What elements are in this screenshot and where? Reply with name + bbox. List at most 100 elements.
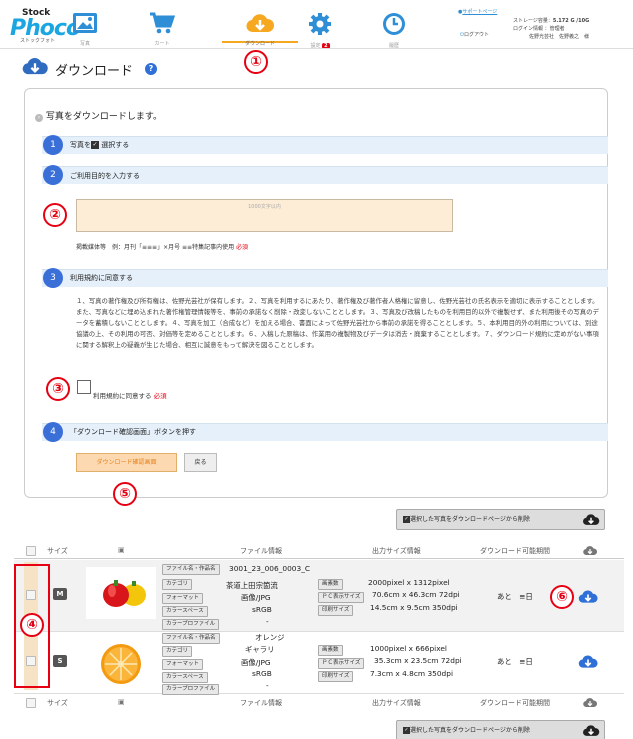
step-4-text: 「ダウンロード確認画面」ボタンを押す xyxy=(70,428,196,436)
nav-download[interactable]: ダウンロード xyxy=(222,12,298,47)
purpose-textarea[interactable]: 1000文字以内 xyxy=(76,199,453,232)
download-confirm-button[interactable]: ダウンロード確認画面 xyxy=(76,453,177,472)
cloud-icon xyxy=(583,725,600,736)
nav-cart[interactable]: カート xyxy=(132,12,192,47)
file-category: ギャラリ xyxy=(245,645,275,654)
col-period: ダウンロード可能期間 xyxy=(480,547,550,555)
nav-settings[interactable]: 設定 2 xyxy=(290,12,350,49)
label-category: カテゴリ xyxy=(162,646,193,657)
nav-history[interactable]: 履歴 xyxy=(364,12,424,49)
output-pixels: 2000pixel x 1312pixel xyxy=(368,578,450,587)
label-pc-size: ＰＣ表示サイズ xyxy=(318,592,365,603)
col-size-footer: サイズ xyxy=(47,699,68,707)
page-title: ダウンロード xyxy=(55,64,134,79)
agree-checkbox[interactable] xyxy=(77,380,91,394)
file-format: 画像/JPG xyxy=(241,593,271,602)
annotation-5: ⑤ xyxy=(113,482,137,506)
photo-thumbnail-orange[interactable] xyxy=(86,636,156,688)
image-col-icon: ▣ xyxy=(118,546,125,554)
remove-selected-button-top[interactable]: ✓選択した写真をダウンロードページから削除 xyxy=(396,509,605,530)
col-size: サイズ xyxy=(47,547,68,555)
select-all-checkbox-bottom[interactable] xyxy=(26,698,36,708)
orange-image xyxy=(101,644,141,684)
file-name: 3001_23_006_0003_C xyxy=(229,564,311,573)
logout-link[interactable]: ⏻ログアウト xyxy=(460,31,489,39)
clock-icon xyxy=(383,13,405,35)
nav-label: ダウンロード xyxy=(244,41,275,47)
cloud-download-icon[interactable] xyxy=(578,589,598,604)
support-link[interactable]: ●サポートページ xyxy=(458,8,497,16)
col-file-footer: ファイル情報 xyxy=(240,699,282,707)
chevron-right-icon: › xyxy=(35,114,43,122)
nav-photos[interactable]: 写真 xyxy=(55,12,115,47)
output-pixels: 1000pixel x 666pixel xyxy=(370,644,447,653)
remove-selected-button-bottom[interactable]: ✓選択した写真をダウンロードページから削除 xyxy=(396,720,605,739)
nav-label: カート xyxy=(154,41,170,47)
label-category: カテゴリ xyxy=(162,579,193,590)
back-button[interactable]: 戻る xyxy=(184,453,217,472)
storage-info: ストレージ容量：5.172 G /10G xyxy=(513,18,590,24)
file-category: 茶道上田宗箇流 xyxy=(226,581,278,590)
label-pixels: 画素数 xyxy=(318,579,343,590)
login-info: ログイン情報 ：管理者 xyxy=(513,26,565,32)
header-divider xyxy=(0,48,633,49)
help-icon[interactable]: ? xyxy=(145,63,157,75)
label-print-size: 印刷サイズ xyxy=(318,671,354,682)
download-period: あと ≡日 xyxy=(497,657,533,666)
agree-label[interactable]: 利用規約に同意する 必須 xyxy=(93,390,167,400)
size-badge: M xyxy=(53,588,67,600)
cloud-download-icon xyxy=(583,546,597,556)
step-2-number: 2 xyxy=(43,165,63,185)
step-4-number: 4 xyxy=(43,422,63,442)
output-pc-size: 35.3cm x 23.5cm 72dpi xyxy=(374,656,462,665)
logo-subtitle: ストックフォト xyxy=(20,38,56,44)
cloud-download-icon xyxy=(22,58,48,75)
download-period: あと ≡日 xyxy=(497,592,533,601)
label-format: フォーマット xyxy=(162,659,204,670)
checkbox-checked-icon: ✓ xyxy=(403,516,410,523)
label-pixels: 画素数 xyxy=(318,645,343,656)
label-format: フォーマット xyxy=(162,593,204,604)
annotation-2: ② xyxy=(43,203,67,227)
col-output: 出力サイズ情報 xyxy=(372,547,421,555)
step-3-number: 3 xyxy=(43,268,63,288)
annotation-3: ③ xyxy=(46,377,70,401)
step-2-text: ご利用目的を入力する xyxy=(70,172,140,180)
label-print-size: 印刷サイズ xyxy=(318,605,354,616)
cloud-icon xyxy=(583,514,600,525)
pepper-image xyxy=(103,580,146,607)
panel-intro: › 写真をダウンロードします。 xyxy=(35,109,162,122)
label-colorspace: カラースペース xyxy=(162,672,208,683)
cloud-download-icon[interactable] xyxy=(578,654,598,669)
company-name: 佐野光芸社 佐野義之 様 xyxy=(529,34,590,40)
gear-icon xyxy=(309,13,331,35)
purpose-example: 掲載媒体等 例：月刊「≡≡≡」×月号 ≡≡特集記事内使用 必須 xyxy=(76,244,249,251)
col-output-footer: 出力サイズ情報 xyxy=(372,699,421,707)
annotation-1: ① xyxy=(244,50,268,74)
cloud-download-icon xyxy=(583,698,597,708)
label-profile: カラープロファイル xyxy=(162,619,220,630)
file-profile: - xyxy=(266,681,269,690)
annotation-6: ⑥ xyxy=(550,585,574,609)
output-print-size: 14.5cm x 9.5cm 350dpi xyxy=(370,603,458,612)
photo-thumbnail-pepper[interactable] xyxy=(86,567,156,619)
size-badge: S xyxy=(53,655,67,667)
step-1-number: 1 xyxy=(43,135,63,155)
file-name: オレンジ xyxy=(255,633,285,642)
label-profile: カラープロファイル xyxy=(162,684,220,695)
col-file: ファイル情報 xyxy=(240,547,282,555)
label-pc-size: ＰＣ表示サイズ xyxy=(318,658,365,669)
label-colorspace: カラースペース xyxy=(162,606,208,617)
output-pc-size: 70.6cm x 46.3cm 72dpi xyxy=(372,590,460,599)
image-icon xyxy=(73,13,97,33)
col-period-footer: ダウンロード可能期間 xyxy=(480,699,550,707)
nav-label: 写真 xyxy=(79,41,90,47)
step-3-text: 利用規約に同意する xyxy=(70,274,133,282)
file-colorspace: sRGB xyxy=(252,669,272,678)
label-filename: ファイル名・作品名 xyxy=(162,564,220,575)
output-print-size: 7.3cm x 4.8cm 350dpi xyxy=(370,669,453,678)
select-all-checkbox[interactable] xyxy=(26,546,36,556)
annotation-4: ④ xyxy=(20,613,44,637)
file-profile: - xyxy=(266,617,269,626)
step-1-text: 写真を✓ 選択する xyxy=(70,141,130,149)
